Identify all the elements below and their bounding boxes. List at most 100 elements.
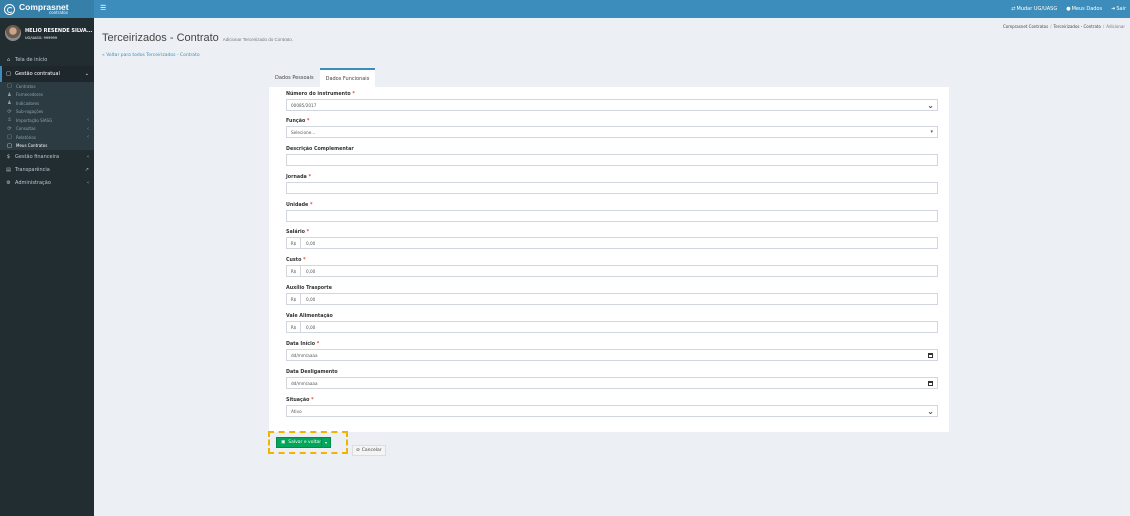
- save-icon: ▣: [281, 440, 286, 445]
- main-content: Comprasnet Contratos / Terceirizados - Con…: [94, 18, 1130, 516]
- sidebar-item-label: Meus Contratos: [16, 143, 48, 149]
- calendar-icon[interactable]: [928, 381, 933, 386]
- save-button-label: Salvar e voltar: [288, 440, 322, 445]
- currency-addon: R$: [287, 238, 301, 248]
- sidebar-item-contratos[interactable]: □ Contratos: [0, 82, 94, 91]
- sidebar-item-fornecedores[interactable]: ♟ Fornecedores: [0, 91, 94, 100]
- sidebar-item-consultas[interactable]: ⟳ Consultas ‹: [0, 125, 94, 134]
- file-icon: □: [7, 142, 12, 149]
- situacao-label: Situação: [286, 398, 310, 403]
- funcao-label: Função: [286, 119, 306, 124]
- field-numero-instrumento: Número do instrumento * 00085/2017 ⌄: [286, 91, 938, 111]
- sidebar-item-label: Tela de início: [15, 56, 48, 63]
- sidebar-item-label: Contratos: [16, 83, 36, 89]
- sair-label: Sair: [1116, 6, 1126, 12]
- hamburger-icon[interactable]: ☰: [100, 5, 106, 12]
- sidebar-item-gestao-contratual[interactable]: □ Gestão contratual ⌄: [0, 66, 94, 82]
- chevron-left-icon: ‹: [87, 117, 89, 124]
- date-placeholder: dd/mm/aaaa: [291, 352, 318, 358]
- sidebar-item-relatorios[interactable]: □ Relatórios ‹: [0, 133, 94, 142]
- field-descricao: Descrição Complementar: [286, 146, 938, 166]
- jornada-input[interactable]: [286, 182, 938, 194]
- sidebar-item-label: Relatórios: [16, 134, 36, 140]
- numero-select[interactable]: 00085/2017 ⌄: [286, 99, 938, 111]
- sidebar-item-gestao-financeira[interactable]: $ Gestão financeira ‹: [0, 150, 94, 163]
- sidebar-item-tela-inicio[interactable]: ⌂ Tela de início: [0, 53, 94, 66]
- meus-dados-link[interactable]: ●Meus Dados: [1066, 6, 1102, 12]
- unidade-label: Unidade: [286, 203, 309, 208]
- situacao-value: Ativo: [291, 408, 302, 414]
- form-panel: Número do instrumento * 00085/2017 ⌄ Funç…: [269, 87, 949, 432]
- field-data-desligamento: Data Desligamento dd/mm/aaaa: [286, 369, 938, 389]
- currency-addon: R$: [287, 322, 301, 332]
- cancel-button[interactable]: ⊘ Cancelar: [352, 445, 386, 456]
- comprasnet-logo-icon: [4, 3, 15, 15]
- file-icon: □: [6, 71, 11, 77]
- swap-icon: ⇄: [1011, 6, 1016, 12]
- sidebar-submenu: □ Contratos ♟ Fornecedores ♟ Indicadores ⟳ S…: [0, 82, 94, 150]
- chevron-left-icon: ‹: [87, 134, 89, 141]
- data-inicio-input[interactable]: dd/mm/aaaa: [286, 349, 938, 361]
- file-icon: □: [7, 83, 12, 90]
- sidebar-item-meus-contratos[interactable]: □ Meus Contratos: [0, 142, 94, 151]
- sidebar-item-indicadores[interactable]: ♟ Indicadores: [0, 99, 94, 108]
- avatar: [5, 25, 21, 41]
- back-link-label: Voltar para todos Terceirizados - Contra…: [106, 53, 200, 58]
- save-and-back-button[interactable]: ▣ Salvar e voltar ▾: [276, 437, 331, 448]
- currency-addon: R$: [287, 266, 301, 276]
- users-icon: ♟: [7, 91, 12, 98]
- vale-input[interactable]: R$ 0,00: [286, 321, 938, 333]
- descricao-label: Descrição Complementar: [286, 147, 354, 152]
- breadcrumb: Comprasnet Contratos / Terceirizados - Con…: [1002, 24, 1125, 29]
- sidebar-item-importacao-siasg[interactable]: ⇫ Importação SIASG ‹: [0, 116, 94, 125]
- back-link[interactable]: « Voltar para todos Terceirizados - Cont…: [102, 53, 200, 58]
- sair-link[interactable]: ➜Sair: [1111, 6, 1126, 12]
- numero-value: 00085/2017: [291, 102, 317, 108]
- home-icon: ⌂: [6, 56, 11, 63]
- save-options-dropdown[interactable]: ▾: [321, 437, 330, 448]
- brand-logo[interactable]: Comprasnet contratos: [0, 0, 94, 18]
- sidebar-item-label: Indicadores: [16, 100, 40, 106]
- field-situacao: Situação * Ativo ⌄: [286, 397, 938, 417]
- caret-down-icon: ▾: [930, 129, 933, 135]
- sidebar-item-administracao[interactable]: ⚙ Administração ‹: [0, 176, 94, 189]
- ban-icon: ⊘: [356, 448, 360, 453]
- date-placeholder: dd/mm/aaaa: [291, 380, 318, 386]
- refresh-icon: ⟳: [7, 108, 12, 115]
- meus-dados-label: Meus Dados: [1071, 6, 1103, 12]
- page-subtitle: Adicionar Terceirizado do Contrato.: [222, 37, 293, 42]
- data-desligamento-input[interactable]: dd/mm/aaaa: [286, 377, 938, 389]
- funcao-value: Selecione...: [291, 129, 316, 135]
- unidade-input[interactable]: [286, 210, 938, 222]
- calendar-icon[interactable]: [928, 353, 933, 358]
- sidebar-menu: ⌂ Tela de início □ Gestão contratual ⌄ □ Con…: [0, 53, 94, 189]
- users-icon: ♟: [7, 100, 12, 107]
- mudar-uasg-link[interactable]: ⇄Mudar UG/UASG: [1011, 6, 1057, 12]
- descricao-input[interactable]: [286, 154, 938, 166]
- chevron-left-icon: ‹: [87, 179, 89, 186]
- custo-input[interactable]: R$ 0,00: [286, 265, 938, 277]
- field-data-inicio: Data Início * dd/mm/aaaa: [286, 341, 938, 361]
- tab-dados-pessoais[interactable]: Dados Pessoais: [269, 68, 320, 87]
- custo-placeholder: 0,00: [306, 268, 316, 274]
- sidebar-item-label: Consultas: [16, 126, 36, 132]
- sidebar-item-label: Importação SIASG: [16, 117, 53, 123]
- salario-label: Salário: [286, 230, 305, 235]
- auxilio-input[interactable]: R$ 0,00: [286, 293, 938, 305]
- form-tabs: Dados Pessoais Dados Funcionais: [269, 68, 376, 87]
- breadcrumb-item[interactable]: Comprasnet Contratos: [1003, 24, 1048, 29]
- sidebar-item-label: Administração: [15, 179, 51, 186]
- situacao-select[interactable]: Ativo ⌄: [286, 405, 938, 417]
- salario-input[interactable]: R$ 0,00: [286, 237, 938, 249]
- top-navbar: Comprasnet contratos ☰ ⇄Mudar UG/UASG ●M…: [0, 0, 1130, 18]
- chevron-down-icon: ⌄: [84, 71, 89, 77]
- funcao-select[interactable]: Selecione... ▾: [286, 126, 938, 138]
- dollar-icon: $: [6, 153, 11, 160]
- tab-dados-funcionais[interactable]: Dados Funcionais: [319, 68, 376, 87]
- breadcrumb-item[interactable]: Terceirizados - Contrato: [1054, 24, 1101, 29]
- sidebar-item-sub-rogacoes[interactable]: ⟳ Sub-rogações: [0, 108, 94, 117]
- sidebar-item-label: Gestão contratual: [15, 71, 60, 77]
- sidebar-item-label: Gestão financeira: [15, 153, 60, 160]
- field-funcao: Função * Selecione... ▾: [286, 118, 938, 138]
- sidebar-item-transparencia[interactable]: ▤ Transparência ↗: [0, 163, 94, 176]
